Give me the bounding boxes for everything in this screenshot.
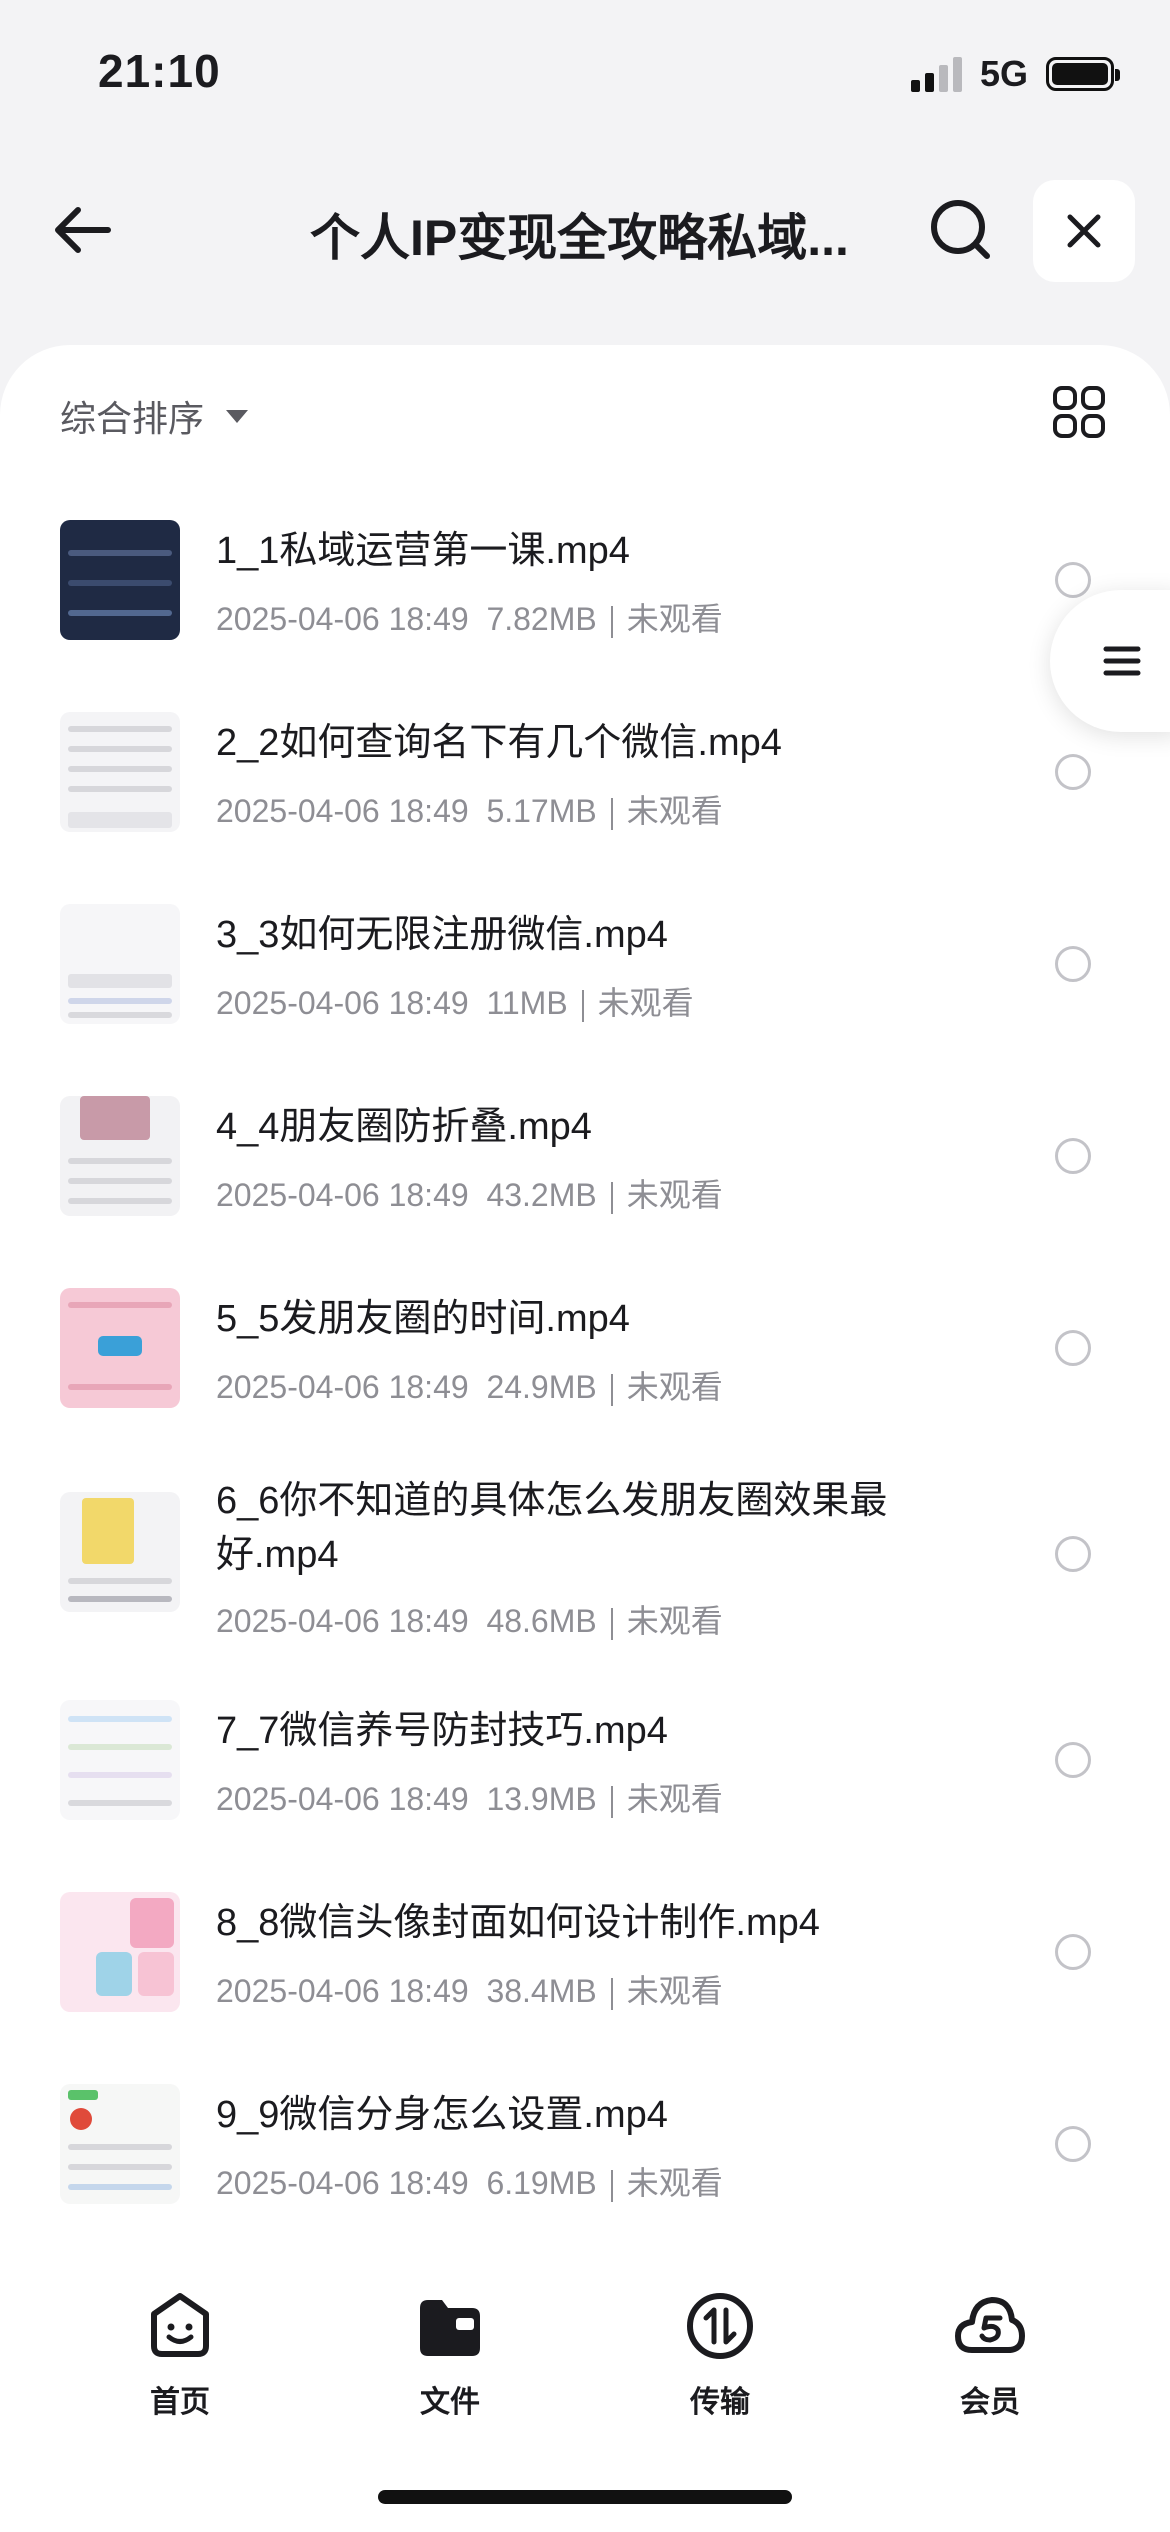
tab-home[interactable]: 首页 [110, 2290, 250, 2421]
file-date: 2025-04-06 18:49 [216, 1369, 469, 1405]
file-meta: 2025-04-06 18:49 13.9MB 未观看 [216, 1774, 723, 1820]
arrow-left-icon [55, 207, 111, 253]
watch-status: 未观看 [626, 1603, 723, 1639]
watch-status: 未观看 [626, 601, 723, 637]
tab-member[interactable]: 会员 [920, 2290, 1060, 2421]
file-name: 3_3如何无限注册微信.mp4 [216, 914, 668, 956]
back-button[interactable] [48, 194, 120, 266]
video-thumbnail [60, 1492, 180, 1612]
select-radio[interactable] [1055, 562, 1091, 598]
file-date: 2025-04-06 18:49 [216, 1781, 469, 1817]
file-size: 38.4MB [486, 1973, 597, 2009]
video-thumbnail [60, 712, 180, 832]
file-size: 13.9MB [486, 1781, 597, 1817]
file-name: 2_2如何查询名下有几个微信.mp4 [216, 722, 782, 764]
close-button[interactable] [1033, 180, 1135, 282]
grid-view-button[interactable] [1052, 385, 1106, 439]
file-meta: 2025-04-06 18:49 24.9MB 未观看 [216, 1362, 723, 1408]
file-date: 2025-04-06 18:49 [216, 793, 469, 829]
smile-box-icon [151, 2293, 209, 2357]
tab-transfer[interactable]: 传输 [650, 2290, 790, 2421]
video-thumbnail [60, 1288, 180, 1408]
home-indicator [378, 2490, 792, 2504]
transfer-icon [687, 2293, 753, 2359]
select-radio[interactable] [1055, 1934, 1091, 1970]
status-indicators: 5G [910, 52, 1120, 96]
file-date: 2025-04-06 18:49 [216, 1973, 469, 2009]
video-thumbnail [60, 520, 180, 640]
file-meta: 2025-04-06 18:49 48.6MB 未观看 [216, 1596, 723, 1642]
file-size: 5.17MB [486, 793, 597, 829]
folder-icon [420, 2300, 480, 2356]
tab-files[interactable]: 文件 [380, 2290, 520, 2421]
watch-status: 未观看 [626, 1177, 723, 1213]
menu-icon [1103, 646, 1141, 676]
select-radio[interactable] [1055, 1742, 1091, 1778]
file-date: 2025-04-06 18:49 [216, 1177, 469, 1213]
video-thumbnail [60, 2084, 180, 2204]
select-radio[interactable] [1055, 1138, 1091, 1174]
file-size: 6.19MB [486, 2165, 597, 2201]
nav-bar: 个人IP变现全攻略私域... [0, 170, 1170, 290]
sort-dropdown[interactable]: 综合排序 [60, 390, 249, 442]
video-thumbnail [60, 1700, 180, 1820]
tab-files-label: 文件 [420, 2386, 480, 2419]
file-meta: 2025-04-06 18:49 38.4MB 未观看 [216, 1966, 723, 2012]
select-radio[interactable] [1055, 754, 1091, 790]
file-meta: 2025-04-06 18:49 11MB 未观看 [216, 978, 694, 1024]
video-thumbnail [60, 904, 180, 1024]
file-size: 24.9MB [486, 1369, 597, 1405]
select-radio[interactable] [1055, 2126, 1091, 2162]
select-radio[interactable] [1055, 946, 1091, 982]
battery-icon [1046, 57, 1120, 91]
file-size: 48.6MB [486, 1603, 597, 1639]
watch-status: 未观看 [597, 985, 694, 1021]
file-meta: 2025-04-06 18:49 6.19MB 未观看 [216, 2158, 723, 2204]
search-icon [931, 200, 990, 259]
file-date: 2025-04-06 18:49 [216, 601, 469, 637]
tab-transfer-label: 传输 [690, 2386, 750, 2419]
sort-label: 综合排序 [60, 398, 205, 439]
status-bar: 21:10 5G [0, 0, 1170, 150]
watch-status: 未观看 [626, 1781, 723, 1817]
file-date: 2025-04-06 18:49 [216, 1603, 469, 1639]
file-date: 2025-04-06 18:49 [216, 985, 469, 1021]
watch-status: 未观看 [626, 793, 723, 829]
file-name: 5_5发朋友圈的时间.mp4 [216, 1298, 630, 1340]
close-icon [1067, 214, 1101, 248]
tab-member-label: 会员 [960, 2386, 1020, 2419]
file-meta: 2025-04-06 18:49 7.82MB 未观看 [216, 594, 723, 640]
file-meta: 2025-04-06 18:49 43.2MB 未观看 [216, 1170, 723, 1216]
status-time: 21:10 [98, 45, 221, 97]
network-label: 5G [979, 53, 1028, 94]
caret-down-icon [226, 409, 249, 423]
select-radio[interactable] [1055, 1536, 1091, 1572]
cloud-member-icon [955, 2297, 1025, 2353]
page-title: 个人IP变现全攻略私域... [310, 210, 849, 266]
grid-icon [1053, 386, 1105, 438]
file-name: 4_4朋友圈防折叠.mp4 [216, 1106, 592, 1148]
file-name: 8_8微信头像封面如何设计制作.mp4 [216, 1902, 820, 1944]
file-name: 9_9微信分身怎么设置.mp4 [216, 2094, 668, 2136]
file-name: 6_6你不知道的具体怎么发朋友圈效果最好.mp4 [216, 1480, 888, 1576]
watch-status: 未观看 [626, 2165, 723, 2201]
file-name: 1_1私域运营第一课.mp4 [216, 530, 630, 572]
file-size: 11MB [486, 985, 568, 1021]
file-name: 7_7微信养号防封技巧.mp4 [216, 1710, 668, 1752]
search-button[interactable] [925, 194, 997, 266]
file-size: 43.2MB [486, 1177, 597, 1213]
select-radio[interactable] [1055, 1330, 1091, 1366]
watch-status: 未观看 [626, 1973, 723, 2009]
video-thumbnail [60, 1892, 180, 2012]
watch-status: 未观看 [626, 1369, 723, 1405]
tab-home-label: 首页 [150, 2386, 210, 2419]
signal-icon [910, 56, 962, 92]
file-date: 2025-04-06 18:49 [216, 2165, 469, 2201]
file-size: 7.82MB [486, 601, 597, 637]
video-thumbnail [60, 1096, 180, 1216]
file-meta: 2025-04-06 18:49 5.17MB 未观看 [216, 786, 723, 832]
